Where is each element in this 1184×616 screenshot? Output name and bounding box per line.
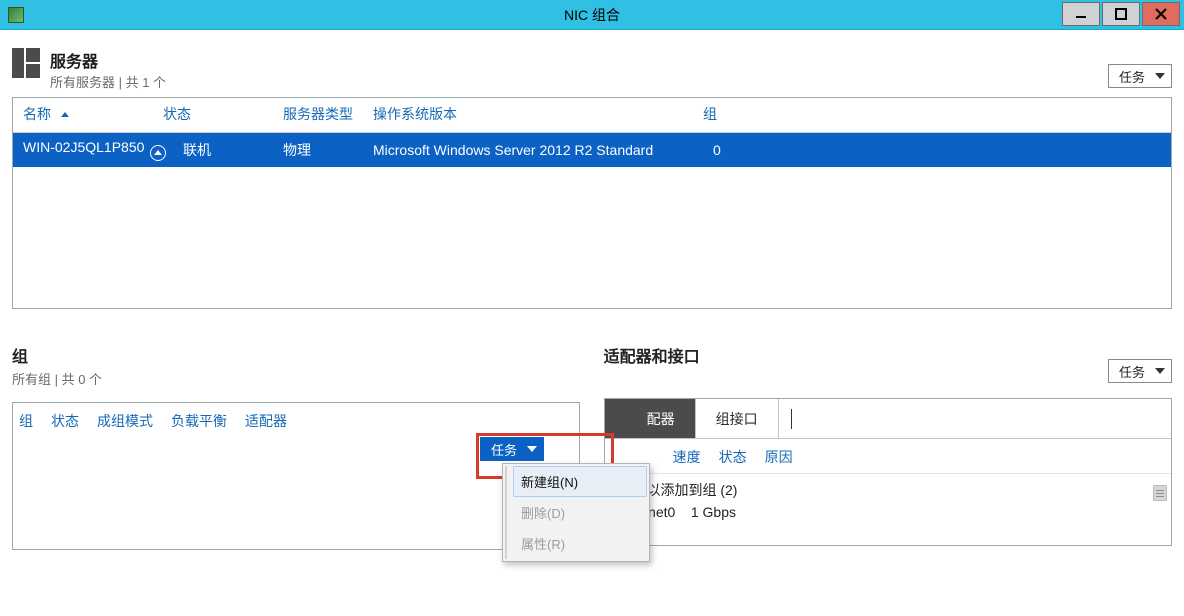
tab-network-adapter[interactable]: 配器 <box>605 399 696 438</box>
gcol-teaming[interactable]: 成组模式 <box>97 411 153 431</box>
sort-ascending-icon <box>61 112 69 117</box>
status-up-icon <box>150 145 166 161</box>
col-status[interactable]: 状态 <box>157 104 277 124</box>
client-area: 服务器 所有服务器 | 共 1 个 任务 名称 状态 服务器类型 操作系统版本 … <box>0 30 1184 616</box>
scrollbar[interactable] <box>1151 443 1169 543</box>
col-os-version[interactable]: 操作系统版本 <box>367 104 697 124</box>
servers-body: WIN-02J5QL1P850 联机 物理 Microsoft Windows … <box>13 133 1171 308</box>
servers-tasks-button[interactable]: 任务 <box>1108 64 1172 88</box>
maximize-button[interactable] <box>1102 2 1140 26</box>
groups-tasks-button[interactable]: 任务 <box>480 437 544 461</box>
groups-tasks-dropdown: 任务 新建组(N) 删除(D) 属性(R) <box>480 437 544 461</box>
gcol-adapter[interactable]: 适配器 <box>245 411 287 431</box>
menu-properties: 属性(R) <box>513 528 647 559</box>
servers-title: 服务器 <box>50 48 166 72</box>
server-name: WIN-02J5QL1P850 <box>23 139 144 155</box>
groups-title: 组 <box>12 343 102 367</box>
adapter-tabbar: 配器 组接口 <box>605 399 1171 439</box>
close-button[interactable] <box>1142 2 1180 26</box>
text-caret-icon <box>791 409 792 429</box>
groups-listbox: 组 状态 成组模式 负载平衡 适配器 <box>12 402 580 550</box>
col-name[interactable]: 名称 <box>17 104 157 124</box>
acol-reason[interactable]: 原因 <box>765 447 793 467</box>
server-status: 联机 <box>177 140 277 160</box>
tab-blank <box>779 399 1171 438</box>
adapters-tasks-label: 任务 <box>1119 362 1145 381</box>
servers-tasks-label: 任务 <box>1119 67 1145 86</box>
groups-subtitle: 所有组 | 共 0 个 <box>12 369 102 388</box>
groups-tasks-label: 任务 <box>491 440 517 459</box>
server-type: 物理 <box>277 140 367 160</box>
menu-new-team[interactable]: 新建组(N) <box>513 466 647 497</box>
minimize-button[interactable] <box>1062 2 1100 26</box>
server-group: 0 <box>707 142 747 158</box>
menu-delete: 删除(D) <box>513 497 647 528</box>
servers-columns: 名称 状态 服务器类型 操作系统版本 组 <box>13 98 1171 133</box>
groups-columns: 组 状态 成组模式 负载平衡 适配器 <box>13 403 579 439</box>
gcol-status[interactable]: 状态 <box>51 411 79 431</box>
adapter-columns: 适配器 速度 状态 原因 <box>605 439 1171 474</box>
col-group[interactable]: 组 <box>697 104 757 124</box>
title-bar: NIC 组合 <box>0 0 1184 30</box>
adapters-title: 适配器和接口 <box>604 343 700 367</box>
acol-speed[interactable]: 速度 <box>673 447 701 467</box>
servers-listbox: 名称 状态 服务器类型 操作系统版本 组 WIN-02J5QL1P850 联机 … <box>12 97 1172 309</box>
servers-icon <box>12 48 42 78</box>
adapter-speed: 1 Gbps <box>691 504 736 520</box>
adapter-row[interactable]: Ethernet0 1 Gbps <box>613 500 1163 520</box>
col-server-type[interactable]: 服务器类型 <box>277 104 367 124</box>
adapter-body: 可以添加到组 (2) Ethernet0 1 Gbps <box>605 474 1171 545</box>
adapters-box: 配器 组接口 适配器 速度 状态 原因 可以添加到组 (2) <box>604 398 1172 546</box>
chevron-down-icon <box>527 446 537 452</box>
tasks-menu: 新建组(N) 删除(D) 属性(R) <box>502 463 650 562</box>
window-buttons <box>1060 2 1180 26</box>
acol-status[interactable]: 状态 <box>719 447 747 467</box>
servers-section-head: 服务器 所有服务器 | 共 1 个 任务 <box>4 30 1180 97</box>
app-icon <box>8 7 24 23</box>
gcol-group[interactable]: 组 <box>19 411 33 431</box>
gcol-load[interactable]: 负载平衡 <box>171 411 227 431</box>
chevron-down-icon <box>1155 368 1165 374</box>
window-title: NIC 组合 <box>0 5 1184 25</box>
scroll-grip-icon <box>1153 485 1167 501</box>
adapters-tasks-button[interactable]: 任务 <box>1108 359 1172 383</box>
tab-team-interface[interactable]: 组接口 <box>696 399 779 438</box>
server-row[interactable]: WIN-02J5QL1P850 联机 物理 Microsoft Windows … <box>13 133 1171 167</box>
addable-group-header[interactable]: 可以添加到组 (2) <box>613 480 1163 500</box>
chevron-down-icon <box>1155 73 1165 79</box>
server-os: Microsoft Windows Server 2012 R2 Standar… <box>367 142 707 158</box>
servers-subtitle: 所有服务器 | 共 1 个 <box>50 72 166 91</box>
